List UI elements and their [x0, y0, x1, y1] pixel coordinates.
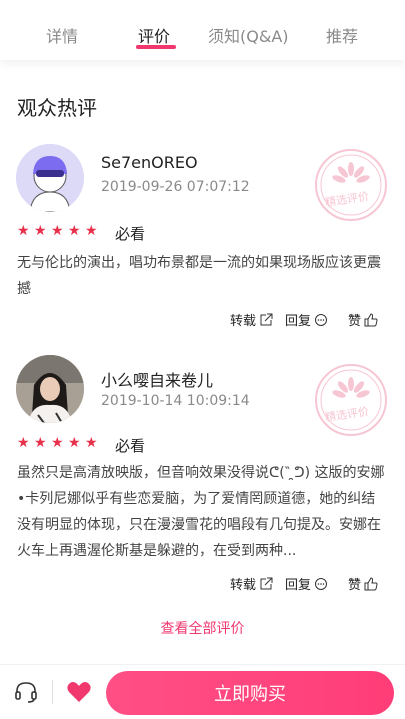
divider [0, 664, 405, 665]
star-icon: ★ [85, 435, 98, 451]
like-label: 赞 [348, 314, 362, 329]
thumbs-up-icon [364, 312, 378, 326]
reply-button[interactable]: 回复 [285, 574, 328, 593]
active-tab-indicator [136, 45, 176, 49]
review-verdict: 必看 [115, 437, 146, 455]
like-button[interactable]: 赞 [348, 574, 378, 593]
review-verdict: 必看 [115, 225, 146, 243]
star-icon: ★ [68, 223, 81, 239]
star-icon: ★ [51, 435, 64, 451]
comment-icon [315, 577, 328, 590]
review-username[interactable]: 小么嘤自来卷儿 [101, 367, 213, 391]
review-actions: 转载 回复 赞 [230, 310, 378, 329]
tab-qa[interactable]: 须知(Q&A) [208, 23, 289, 47]
avatar-cartoon-icon [16, 144, 84, 212]
repost-label: 转载 [230, 578, 257, 593]
repost-button[interactable]: 转载 [230, 574, 273, 593]
review-username[interactable]: Se7enOREO [101, 153, 198, 172]
reply-label: 回复 [285, 578, 312, 593]
tab-bar: 详情 评价 须知(Q&A) 推荐 [0, 0, 405, 60]
thumbs-up-icon [364, 576, 378, 590]
star-icon: ★ [85, 223, 98, 239]
avatar[interactable] [16, 355, 84, 423]
view-all-reviews-link[interactable]: 查看全部评价 [0, 618, 405, 638]
favorite-heart-icon[interactable] [66, 680, 92, 708]
review-actions: 转载 回复 赞 [230, 574, 378, 593]
review-content: 无与伦比的演出，唱功布景都是一流的如果现场版应该更震撼 [17, 255, 381, 297]
like-button[interactable]: 赞 [348, 310, 378, 329]
reply-label: 回复 [285, 314, 312, 329]
divider [52, 680, 53, 704]
like-label: 赞 [348, 578, 362, 593]
featured-review-stamp: 精选评价 [313, 147, 389, 223]
reply-button[interactable]: 回复 [285, 310, 328, 329]
featured-stamp-icon [315, 364, 387, 436]
share-icon [260, 577, 273, 589]
star-icon: ★ [34, 435, 47, 451]
star-icon: ★ [17, 435, 30, 451]
star-icon: ★ [68, 435, 81, 451]
avatar-photo-icon [16, 355, 84, 423]
section-title: 观众热评 [17, 96, 97, 120]
star-icon: ★ [51, 223, 64, 239]
buy-now-button[interactable]: 立即购买 [106, 671, 394, 715]
star-icon: ★ [34, 223, 47, 239]
featured-stamp-icon [315, 149, 387, 221]
repost-button[interactable]: 转载 [230, 310, 273, 329]
review-timestamp: 2019-10-14 10:09:14 [101, 393, 250, 409]
repost-label: 转载 [230, 314, 257, 329]
rating-stars: ★ ★ ★ ★ ★ [17, 223, 98, 239]
featured-review-stamp: 精选评价 [313, 362, 389, 438]
review-timestamp: 2019-09-26 07:07:12 [101, 179, 250, 195]
tab-details[interactable]: 详情 [46, 23, 78, 47]
avatar[interactable] [16, 144, 84, 212]
share-icon [260, 313, 273, 325]
comment-icon [315, 313, 328, 326]
star-icon: ★ [17, 223, 30, 239]
tab-recommend[interactable]: 推荐 [326, 23, 358, 47]
tab-reviews[interactable]: 评价 [138, 23, 170, 47]
rating-stars: ★ ★ ★ ★ ★ [17, 435, 98, 451]
review-content: 虽然只是高清放映版，但音响效果没得说ᕦ(‶ ̯ᕤ) 这版的安娜•卡列尼娜似乎有些… [17, 465, 385, 559]
customer-service-icon[interactable] [14, 680, 38, 708]
